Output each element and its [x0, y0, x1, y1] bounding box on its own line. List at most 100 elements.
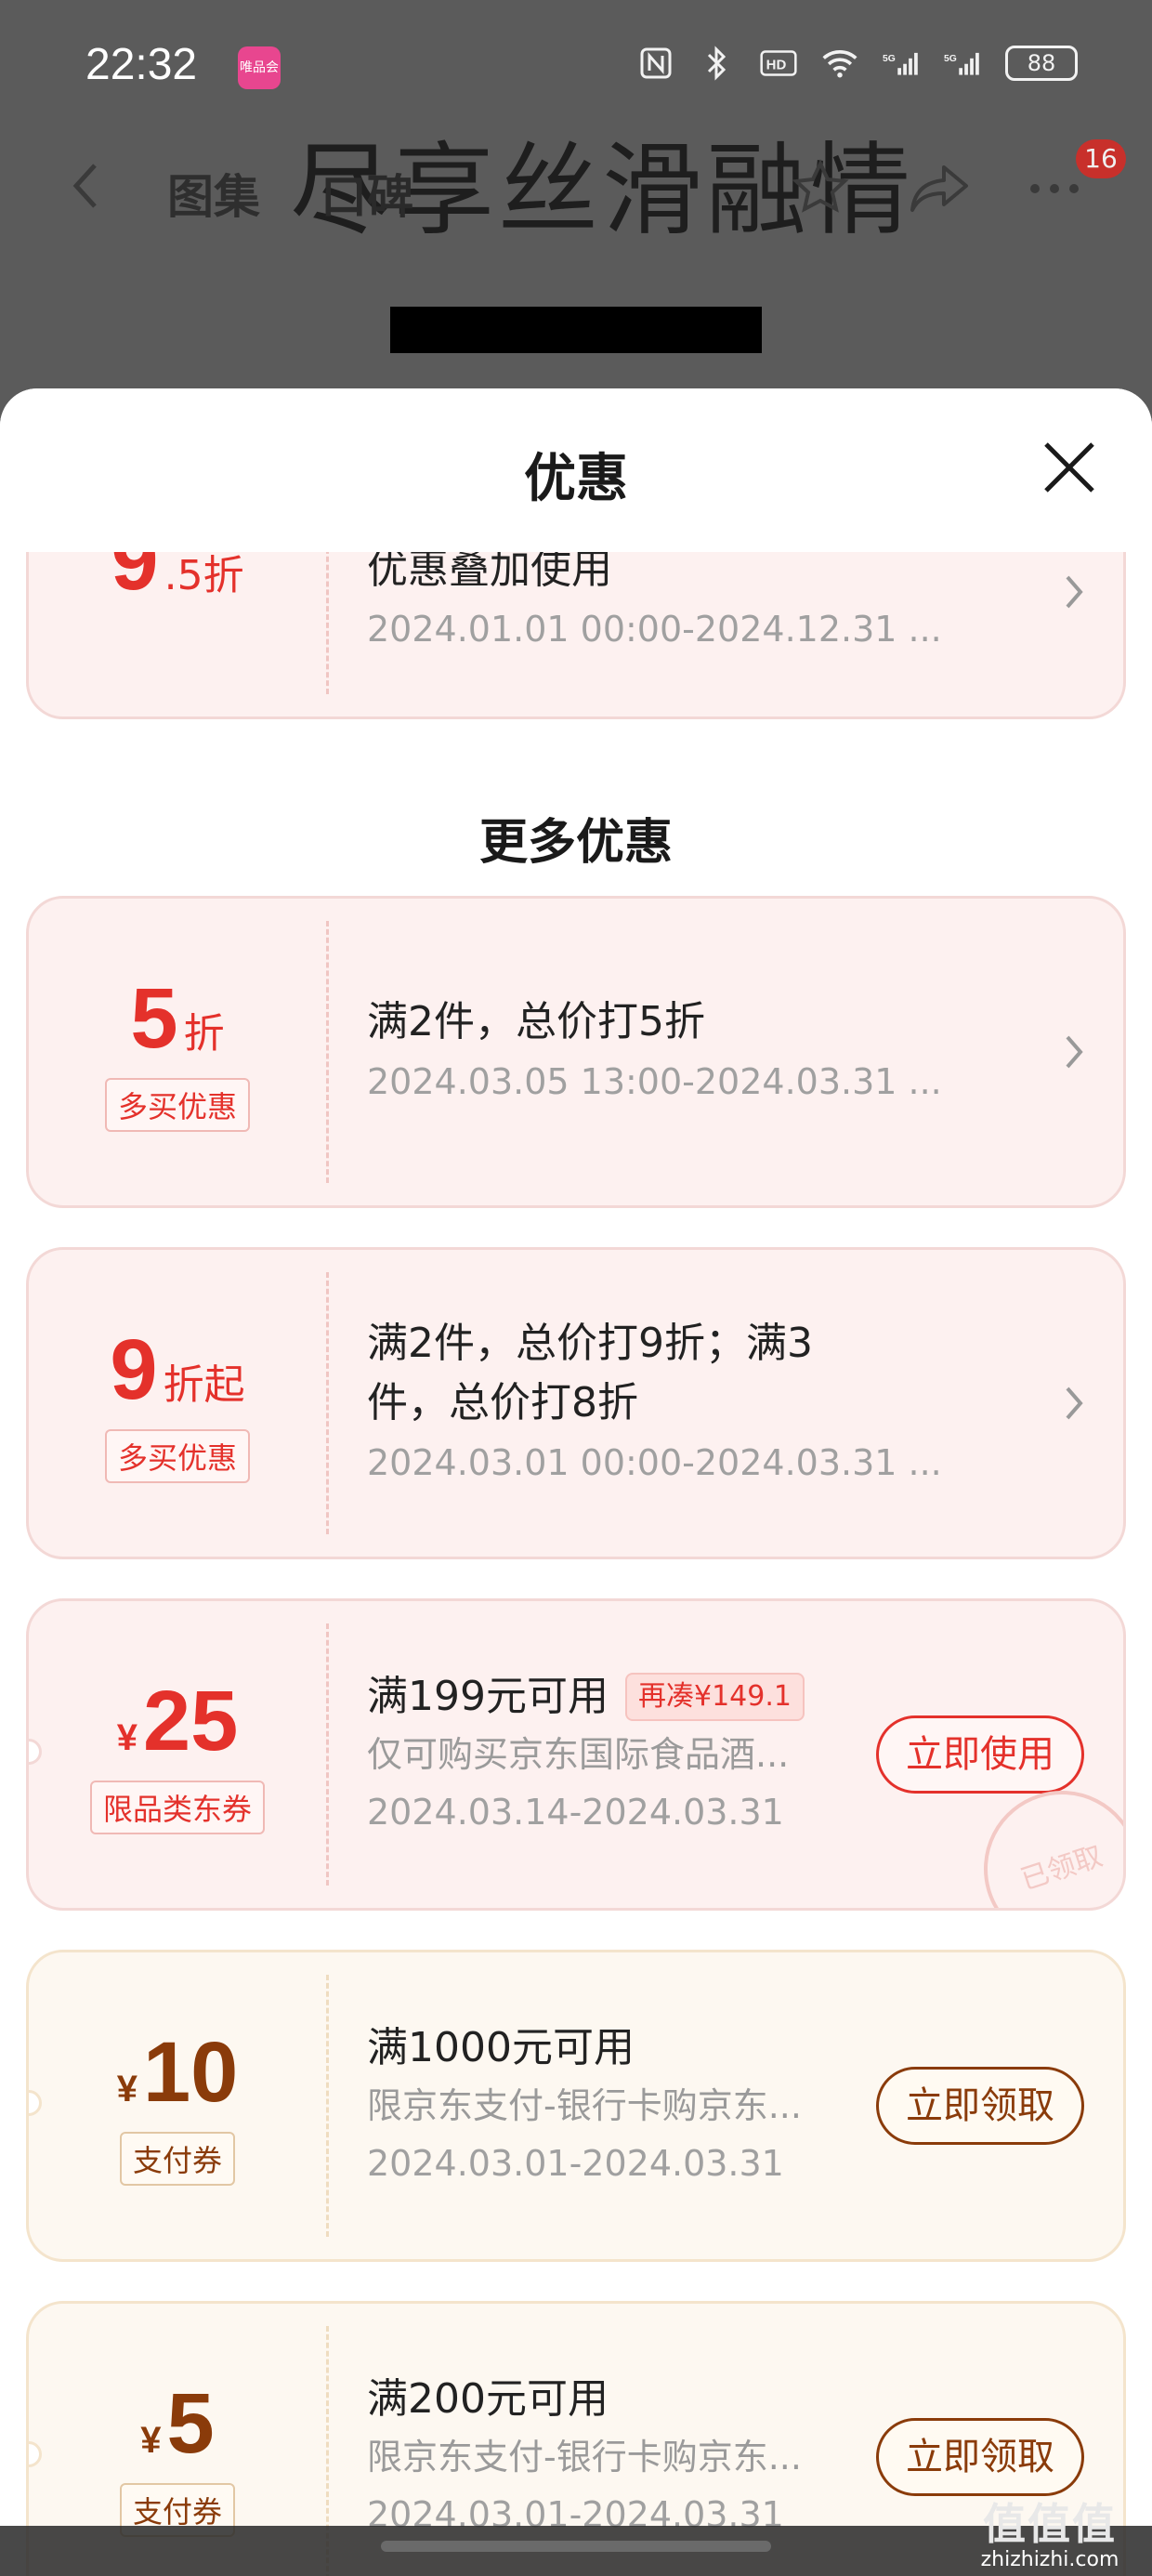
site-watermark: 值值值 zhizhizhi.com	[957, 2500, 1143, 2572]
chevron-right-icon	[1066, 1387, 1083, 1420]
home-indicator[interactable]	[381, 2541, 771, 2552]
coupon-type-tag: 多买优惠	[104, 1078, 250, 1132]
coupon-card[interactable]: ¥ 10 支付券 满1000元可用 限京东支付-银行卡购京东... 2024.0…	[26, 1950, 1126, 2262]
sheet-header: 优惠	[0, 388, 1152, 552]
product-page-background: 22:32 唯品会 HD 5G 5G 88 尽享丝滑融情 图集 口碑 16	[0, 0, 1152, 427]
currency-symbol: ¥	[140, 2420, 162, 2461]
coupon-content: 满2件，总价打5折 2024.03.05 13:00-2024.03.31 ..…	[367, 899, 975, 1205]
watermark-logo: 值值值	[983, 2499, 1117, 2549]
coupon-amount: 9 折起	[110, 1323, 244, 1416]
wifi-icon	[821, 45, 858, 82]
app-notification-icon: 唯品会	[238, 46, 281, 89]
coupon-card[interactable]: ¥ 25 限品类东券 满199元可用 再凑¥149.1 仅可购买京东国际食品酒.…	[26, 1598, 1126, 1911]
coupon-value: ¥ 25 限品类东券	[29, 1601, 326, 1908]
share-icon	[910, 165, 968, 212]
currency-symbol: ¥	[116, 2069, 137, 2109]
coupon-value: 9 .5折	[29, 552, 326, 716]
coupon-amount: 9 .5折	[111, 552, 243, 607]
redaction-bar	[390, 307, 762, 353]
coupon-date: 2024.03.14-2024.03.31	[367, 1792, 784, 1833]
coupon-value: 9 折起 多买优惠	[29, 1250, 326, 1557]
coupon-amount: 5 折	[130, 972, 224, 1065]
coupon-content: 满2件，总价打9折；满3件，总价打8折 2024.03.01 00:00-202…	[367, 1250, 975, 1557]
remaining-amount-chip: 再凑¥149.1	[624, 1673, 805, 1721]
close-icon	[1044, 442, 1094, 493]
coupon-date: 2024.01.01 00:00-2024.12.31 ...	[367, 609, 942, 650]
coupon-amount-number: 10	[142, 2025, 239, 2120]
watermark-url: zhizhizhi.com	[980, 2548, 1119, 2571]
coupon-card[interactable]: 5 折 多买优惠 满2件，总价打5折 2024.03.05 13:00-2024…	[26, 896, 1126, 1208]
card-divider	[326, 921, 329, 1183]
coupon-type-tag: 多买优惠	[104, 1429, 250, 1483]
coupon-title: 满199元可用 再凑¥149.1	[367, 1667, 844, 1727]
close-button[interactable]	[1037, 435, 1102, 500]
coupon-amount: ¥ 25	[117, 1675, 239, 1768]
coupon-type-tag: 支付券	[119, 2132, 235, 2186]
sheet-title: 优惠	[524, 449, 628, 509]
coupon-title: 优惠叠加使用	[367, 552, 975, 599]
top-nav: 图集 口碑	[0, 139, 1152, 242]
bluetooth-icon	[699, 45, 736, 82]
hd-icon: HD	[760, 45, 797, 82]
card-divider	[326, 552, 329, 694]
tab-reviews[interactable]: 口碑	[321, 160, 413, 227]
coupon-amount: ¥ 10	[117, 2026, 239, 2119]
coupon-value: ¥ 10 支付券	[29, 1952, 326, 2259]
coupon-content: 满199元可用 再凑¥149.1 仅可购买京东国际食品酒... 2024.03.…	[367, 1601, 844, 1908]
coupon-amount: ¥ 5	[140, 2377, 214, 2470]
promotions-sheet: 优惠 9 .5折 优惠叠加使用 2024.01.01 00:00-2024.12…	[0, 388, 1152, 2576]
favorite-button[interactable]	[790, 158, 851, 219]
coupon-title-text: 满200元可用	[367, 2375, 609, 2423]
coupon-amount-unit: 折起	[163, 1361, 245, 1409]
coupon-date: 2024.03.05 13:00-2024.03.31 ...	[367, 1061, 942, 1102]
back-button[interactable]	[59, 158, 115, 214]
svg-text:5G: 5G	[883, 54, 896, 64]
coupon-value: 5 折 多买优惠	[29, 899, 326, 1205]
coupon-date: 2024.03.01-2024.03.31	[367, 2143, 784, 2184]
nfc-icon	[637, 45, 674, 82]
notification-badge: 16	[1076, 139, 1126, 178]
coupon-type-tag: 限品类东券	[89, 1781, 265, 1834]
coupon-title-text: 满2件，总价打5折	[367, 998, 705, 1045]
coupon-description: 仅可购买京东国际食品酒...	[367, 1734, 790, 1775]
coupon-card[interactable]: 9 .5折 优惠叠加使用 2024.01.01 00:00-2024.12.31…	[26, 552, 1126, 719]
coupon-amount-number: 5	[166, 2376, 215, 2471]
coupon-amount-unit: 折	[183, 1010, 225, 1058]
svg-text:HD: HD	[766, 58, 787, 73]
coupon-title: 满200元可用	[367, 2370, 844, 2429]
chevron-left-icon	[72, 164, 97, 208]
coupon-amount-unit: .5折	[164, 552, 244, 599]
coupon-content: 满1000元可用 限京东支付-银行卡购京东... 2024.03.01-2024…	[367, 1952, 844, 2259]
star-icon	[792, 159, 849, 213]
coupon-list[interactable]: 9 .5折 优惠叠加使用 2024.01.01 00:00-2024.12.31…	[0, 552, 1152, 2576]
coupon-title-text: 满199元可用	[367, 1673, 609, 1720]
claim-now-button[interactable]: 立即领取	[876, 2418, 1084, 2496]
5g-signal-icon: 5G	[883, 45, 920, 82]
coupon-title: 满2件，总价打5折	[367, 992, 975, 1052]
coupon-amount-number: 25	[142, 1674, 239, 1768]
coupon-title-text: 优惠叠加使用	[367, 552, 612, 593]
card-divider	[326, 1272, 329, 1534]
coupon-title: 满2件，总价打9折；满3件，总价打8折	[367, 1314, 869, 1433]
chevron-right-icon	[1066, 575, 1083, 609]
clock: 22:32	[85, 40, 198, 89]
coupon-content: 优惠叠加使用 2024.01.01 00:00-2024.12.31 ...	[367, 552, 975, 716]
coupon-amount-number: 9	[110, 1322, 158, 1417]
status-icons: HD 5G 5G 88	[637, 45, 1078, 82]
coupon-date: 2024.03.01 00:00-2024.03.31 ...	[367, 1442, 942, 1483]
chevron-right-icon	[1066, 1035, 1083, 1069]
coupon-amount-number: 9	[111, 552, 159, 608]
coupon-description: 限京东支付-银行卡购京东...	[367, 2085, 802, 2126]
coupon-card[interactable]: 9 折起 多买优惠 满2件，总价打9折；满3件，总价打8折 2024.03.01…	[26, 1247, 1126, 1559]
card-divider	[326, 1623, 329, 1886]
currency-symbol: ¥	[116, 1717, 137, 1758]
coupon-description: 限京东支付-银行卡购京东...	[367, 2437, 802, 2477]
coupon-title-text: 满2件，总价打9折；满3件，总价打8折	[367, 1320, 813, 1426]
coupon-title: 满1000元可用	[367, 2018, 844, 2078]
coupon-amount-number: 5	[130, 971, 178, 1066]
claim-now-button[interactable]: 立即领取	[876, 2067, 1084, 2145]
svg-text:5G: 5G	[944, 54, 957, 64]
use-now-button[interactable]: 立即使用	[876, 1715, 1084, 1794]
share-button[interactable]	[907, 158, 972, 219]
tab-gallery[interactable]: 图集	[167, 160, 260, 227]
